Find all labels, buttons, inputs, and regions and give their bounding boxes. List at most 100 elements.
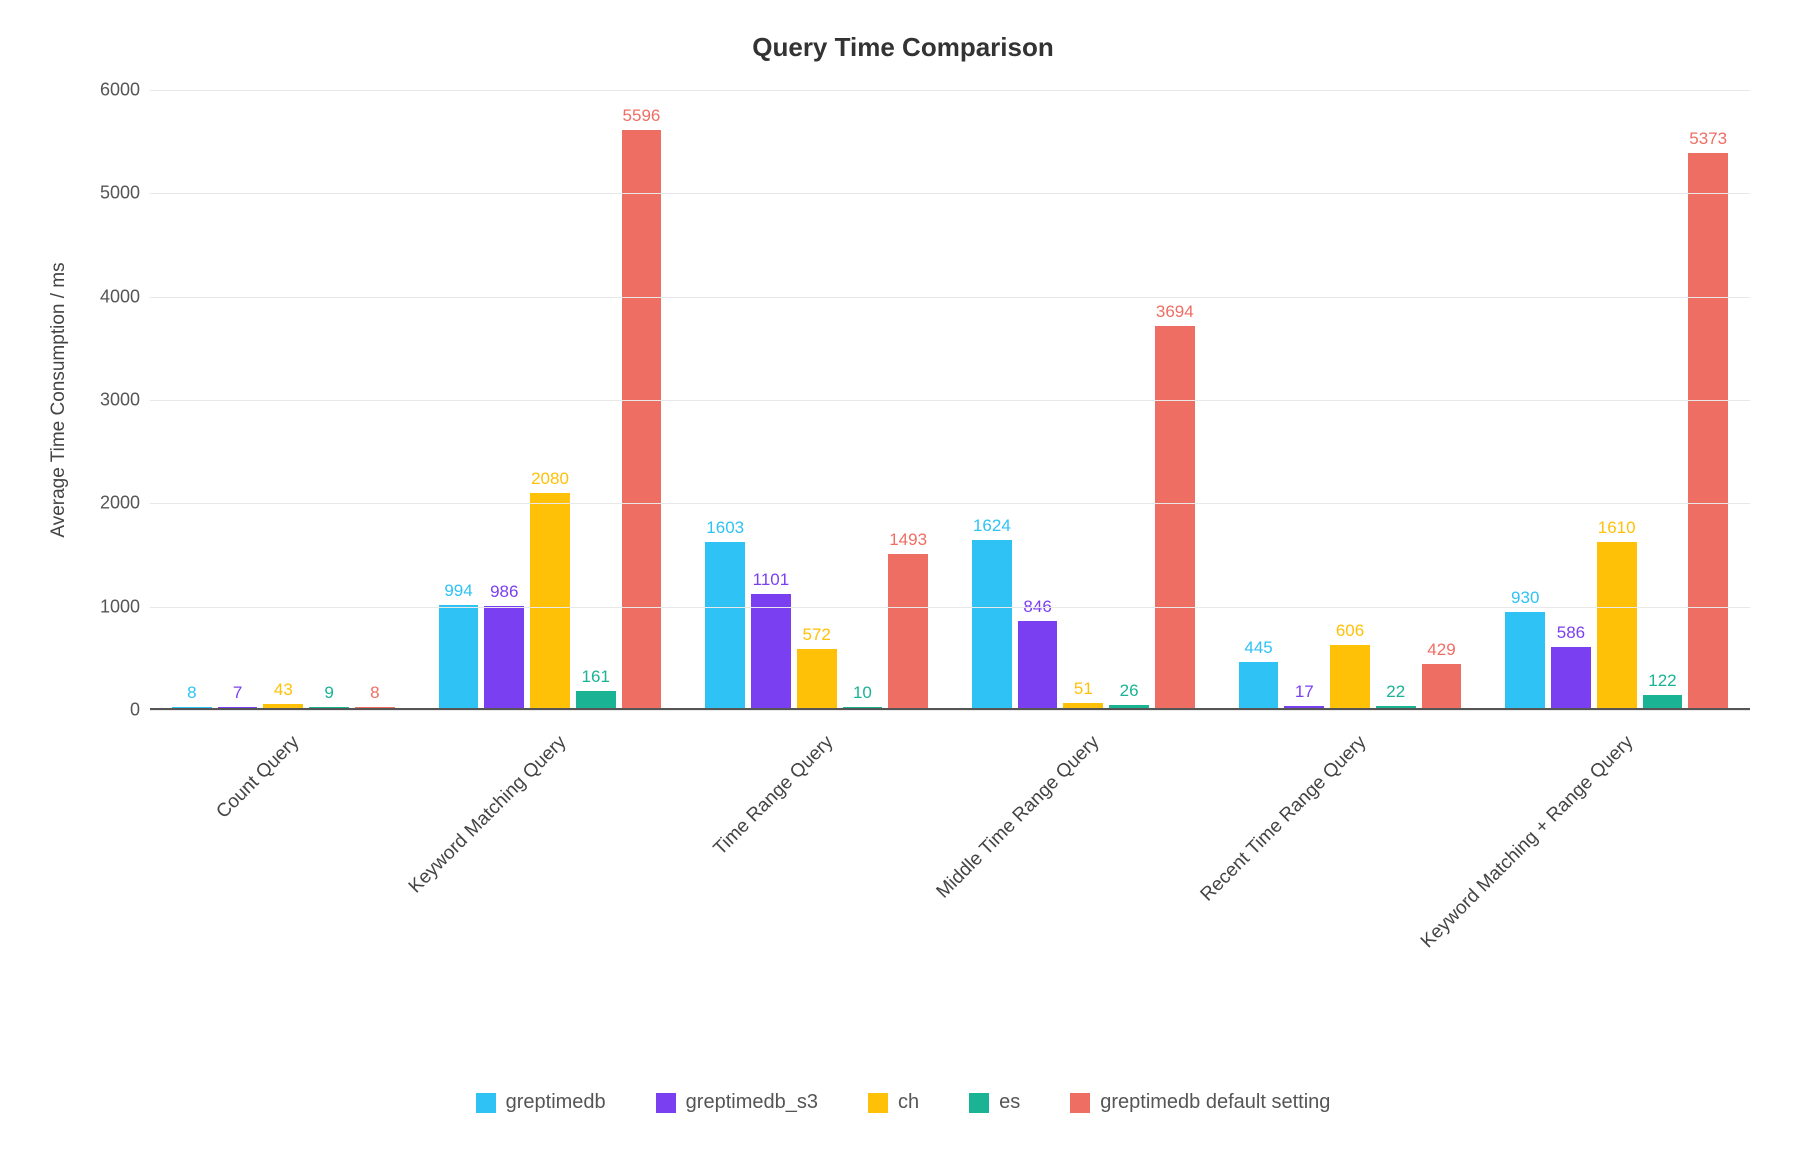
y-tick-label: 3000 bbox=[100, 390, 140, 411]
bar: 846 bbox=[1018, 621, 1058, 708]
bar-value-label: 5373 bbox=[1689, 129, 1727, 149]
bar-value-label: 5596 bbox=[623, 106, 661, 126]
bar: 8 bbox=[172, 707, 212, 708]
chart-container: Query Time Comparison Average Time Consu… bbox=[20, 20, 1786, 1142]
bar-value-label: 22 bbox=[1386, 682, 1405, 702]
y-tick-label: 2000 bbox=[100, 493, 140, 514]
bar-value-label: 572 bbox=[802, 625, 830, 645]
bar-value-label: 122 bbox=[1648, 671, 1676, 691]
bar-value-label: 51 bbox=[1074, 679, 1093, 699]
y-tick-label: 1000 bbox=[100, 596, 140, 617]
bar-group: 162484651263694Middle Time Range Query bbox=[950, 90, 1217, 708]
bar: 994 bbox=[439, 605, 479, 708]
bar-value-label: 2080 bbox=[531, 469, 569, 489]
plot-area: 874398Count Query99498620801615596Keywor… bbox=[150, 90, 1750, 710]
x-tick-label: Time Range Query bbox=[709, 732, 838, 861]
bar: 429 bbox=[1422, 664, 1462, 708]
bar: 586 bbox=[1551, 647, 1591, 708]
bar: 51 bbox=[1063, 703, 1103, 708]
bar: 5373 bbox=[1688, 153, 1728, 708]
bar-value-label: 429 bbox=[1427, 640, 1455, 660]
bar-value-label: 7 bbox=[233, 683, 242, 703]
bar: 43 bbox=[263, 704, 303, 708]
bar-groups: 874398Count Query99498620801615596Keywor… bbox=[150, 90, 1750, 708]
bar: 930 bbox=[1505, 612, 1545, 708]
bar-group: 16031101572101493Time Range Query bbox=[683, 90, 950, 708]
bar-value-label: 161 bbox=[582, 667, 610, 687]
legend-item: greptimedb_s3 bbox=[656, 1091, 818, 1114]
gridline bbox=[150, 90, 1750, 91]
bar: 5596 bbox=[622, 130, 662, 708]
bar-value-label: 10 bbox=[853, 683, 872, 703]
gridline bbox=[150, 193, 1750, 194]
bar: 10 bbox=[843, 707, 883, 708]
bar: 1624 bbox=[972, 540, 1012, 708]
x-tick-label: Count Query bbox=[213, 732, 305, 824]
bar: 3694 bbox=[1155, 326, 1195, 708]
legend-label: greptimedb_s3 bbox=[686, 1091, 818, 1114]
legend-label: ch bbox=[898, 1091, 919, 1114]
y-tick-label: 5000 bbox=[100, 183, 140, 204]
gridline bbox=[150, 503, 1750, 504]
bar-group: 99498620801615596Keyword Matching Query bbox=[417, 90, 684, 708]
y-tick-label: 6000 bbox=[100, 80, 140, 101]
x-tick-label: Recent Time Range Query bbox=[1197, 732, 1372, 907]
bar-value-label: 1603 bbox=[706, 518, 744, 538]
bar-value-label: 8 bbox=[187, 683, 196, 703]
x-tick-label: Middle Time Range Query bbox=[933, 732, 1105, 904]
legend-item: greptimedb default setting bbox=[1070, 1091, 1330, 1114]
bar: 26 bbox=[1109, 705, 1149, 708]
bar-group: 93058616101225373Keyword Matching + Rang… bbox=[1483, 90, 1750, 708]
bar: 1493 bbox=[888, 554, 928, 708]
bar-value-label: 986 bbox=[490, 582, 518, 602]
legend-swatch bbox=[1070, 1093, 1090, 1113]
bar-value-label: 3694 bbox=[1156, 302, 1194, 322]
bar: 1603 bbox=[705, 542, 745, 708]
bar-value-label: 43 bbox=[274, 680, 293, 700]
bar: 572 bbox=[797, 649, 837, 708]
legend-item: ch bbox=[868, 1091, 919, 1114]
gridline bbox=[150, 710, 1750, 711]
chart-title: Query Time Comparison bbox=[20, 20, 1786, 63]
bar-value-label: 1493 bbox=[889, 530, 927, 550]
bar-value-label: 606 bbox=[1336, 621, 1364, 641]
y-tick-label: 0 bbox=[130, 700, 140, 721]
gridline bbox=[150, 607, 1750, 608]
legend-item: es bbox=[969, 1091, 1020, 1114]
bar: 161 bbox=[576, 691, 616, 708]
x-tick-label: Keyword Matching + Range Query bbox=[1417, 732, 1638, 953]
x-tick-label: Keyword Matching Query bbox=[405, 732, 571, 898]
bar: 8 bbox=[355, 707, 395, 708]
gridline bbox=[150, 400, 1750, 401]
bar: 1610 bbox=[1597, 542, 1637, 708]
gridline bbox=[150, 297, 1750, 298]
bar: 17 bbox=[1284, 706, 1324, 708]
bar-value-label: 1624 bbox=[973, 516, 1011, 536]
y-axis-label: Average Time Consumption / ms bbox=[48, 262, 70, 537]
y-tick-label: 4000 bbox=[100, 286, 140, 307]
bar: 122 bbox=[1643, 695, 1683, 708]
legend-label: es bbox=[999, 1091, 1020, 1114]
bar-value-label: 9 bbox=[324, 683, 333, 703]
bar-value-label: 994 bbox=[444, 581, 472, 601]
bar-value-label: 930 bbox=[1511, 588, 1539, 608]
legend-swatch bbox=[868, 1093, 888, 1113]
legend-swatch bbox=[656, 1093, 676, 1113]
bar-value-label: 8 bbox=[370, 683, 379, 703]
legend-swatch bbox=[969, 1093, 989, 1113]
bar-value-label: 1101 bbox=[753, 570, 790, 590]
bar-group: 874398Count Query bbox=[150, 90, 417, 708]
bar: 1101 bbox=[751, 594, 791, 708]
bar: 2080 bbox=[530, 493, 570, 708]
legend-swatch bbox=[476, 1093, 496, 1113]
bar-value-label: 586 bbox=[1557, 623, 1585, 643]
bar: 606 bbox=[1330, 645, 1370, 708]
legend-label: greptimedb bbox=[506, 1091, 606, 1114]
bar-value-label: 26 bbox=[1120, 681, 1139, 701]
bar: 9 bbox=[309, 707, 349, 708]
bar: 22 bbox=[1376, 706, 1416, 708]
bar-group: 4451760622429Recent Time Range Query bbox=[1217, 90, 1484, 708]
legend: greptimedb greptimedb_s3 ch es greptimedb de… bbox=[20, 1091, 1786, 1114]
bar: 986 bbox=[484, 606, 524, 708]
legend-item: greptimedb bbox=[476, 1091, 606, 1114]
